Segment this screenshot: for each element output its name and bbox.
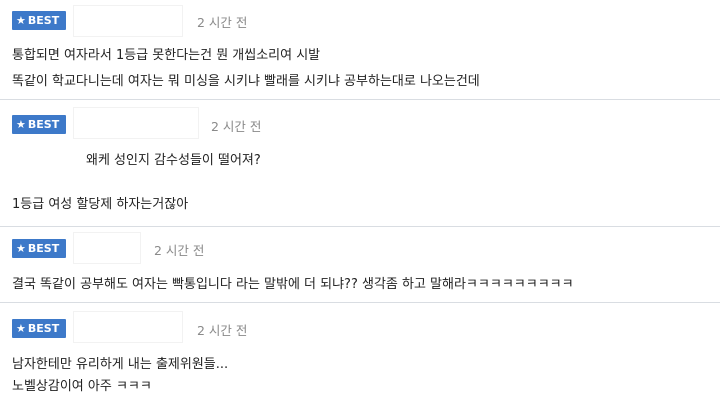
comment-text-line: 노벨상감이여 아주 ㅋㅋㅋ [12, 379, 152, 394]
comment-time: 2 시간 전 [154, 243, 205, 258]
star-icon: ★ [16, 242, 26, 255]
best-badge: ★ BEST [12, 239, 66, 258]
comment-text-line: 왜케 성인지 감수성들이 떨어져? [12, 149, 261, 168]
best-badge: ★ BEST [12, 11, 66, 30]
comment-time: 2 시간 전 [197, 15, 248, 30]
comment-text-line: 남자한테만 유리하게 내는 출제위원들... [12, 357, 229, 372]
comment-text-line: 통합되면 여자라서 1등급 못한다는건 뭔 개씹소리여 시발 [12, 48, 321, 63]
star-icon: ★ [16, 322, 26, 335]
author-name-redacted [74, 312, 182, 342]
author-name-redacted [74, 6, 182, 36]
author-name-redacted [74, 108, 198, 138]
mention-redacted [12, 153, 86, 168]
comment-2: ★ BEST 2 시간 전 왜케 성인지 감수성들이 떨어져? 1등급 여성 할당… [0, 100, 720, 225]
author-name-redacted [74, 233, 140, 263]
comment-time: 2 시간 전 [211, 119, 262, 134]
comment-text-line: 1등급 여성 할당제 하자는거잖아 [12, 197, 189, 212]
comment-3: ★ BEST 2 시간 전 결국 똑같이 공부해도 여자는 빡통입니다 라는 말밖… [0, 227, 720, 301]
best-badge: ★ BEST [12, 115, 66, 134]
best-badge: ★ BEST [12, 319, 66, 338]
star-icon: ★ [16, 118, 26, 131]
comment-text-line: 똑같이 학교다니는데 여자는 뭐 미싱을 시키냐 빨래를 시키냐 공부하는대로 … [12, 74, 480, 89]
comment-4: ★ BEST 2 시간 전 남자한테만 유리하게 내는 출제위원들... 노벨상감… [0, 303, 720, 406]
comment-1: ★ BEST 2 시간 전 통합되면 여자라서 1등급 못한다는건 뭔 개씹소리여… [0, 0, 720, 98]
comment-text-line: 결국 똑같이 공부해도 여자는 빡통입니다 라는 말밖에 더 되냐?? 생각좀 … [12, 277, 574, 292]
comment-time: 2 시간 전 [197, 323, 248, 338]
star-icon: ★ [16, 14, 26, 27]
